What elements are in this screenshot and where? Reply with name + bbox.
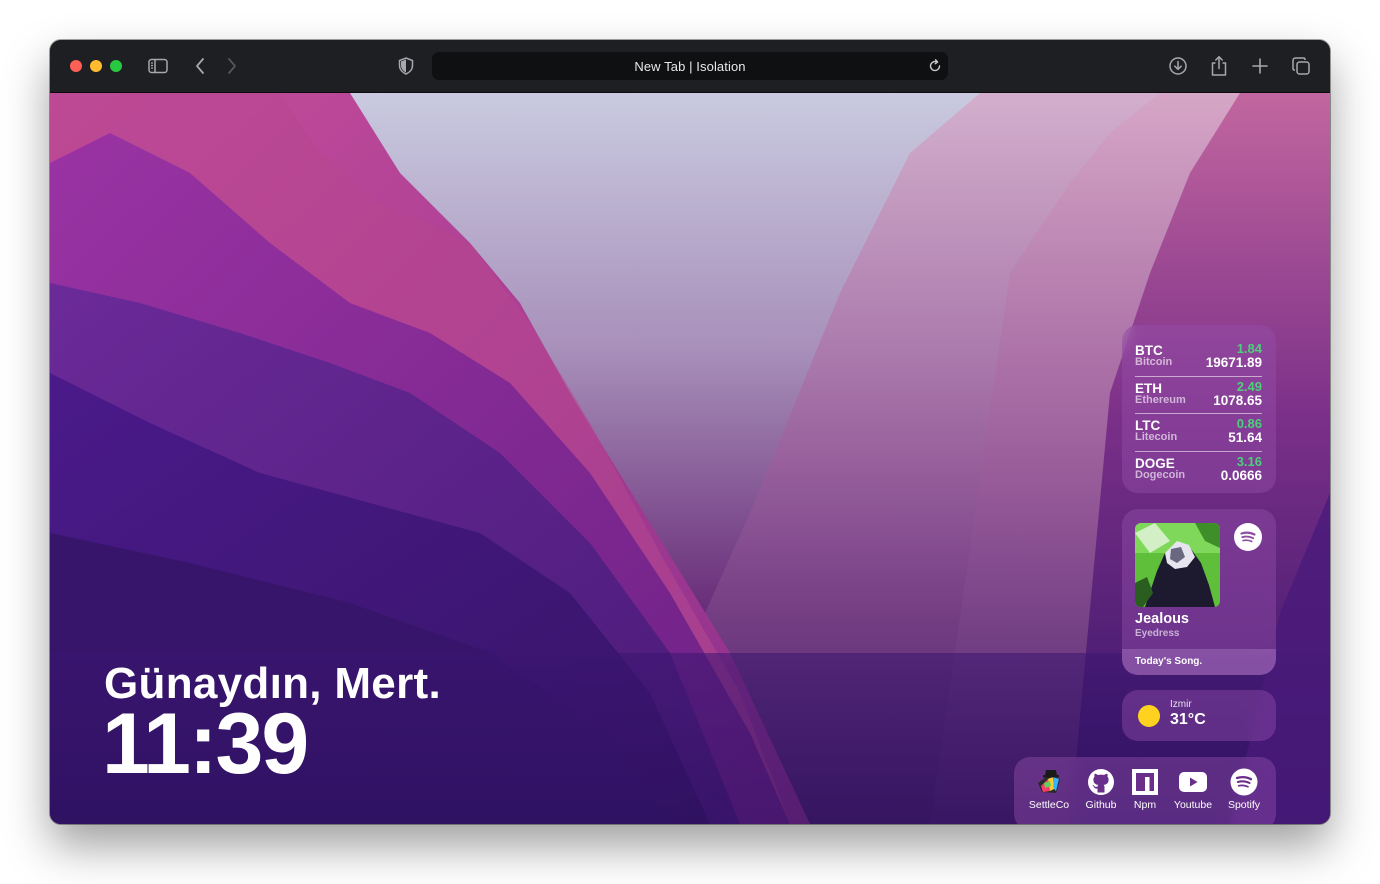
- spotify-icon: [1229, 767, 1259, 797]
- crypto-widget: BTC Bitcoin 1.84 19671.89 ETH Ethereum 2…: [1122, 325, 1276, 493]
- song-title: Jealous: [1135, 611, 1189, 627]
- crypto-price: 51.64: [1228, 430, 1262, 445]
- weather-city: Izmir: [1170, 699, 1192, 710]
- crypto-row-ltc[interactable]: LTC Litecoin 0.86 51.64: [1135, 414, 1262, 452]
- page-title: New Tab | Isolation: [634, 58, 746, 74]
- youtube-icon: [1178, 767, 1208, 797]
- download-icon[interactable]: [1166, 54, 1190, 78]
- forward-icon[interactable]: [220, 54, 244, 78]
- shortcut-label: Spotify: [1227, 799, 1261, 811]
- github-icon: [1086, 767, 1116, 797]
- clock-time: 11:39: [102, 696, 309, 792]
- song-artist: Eyedress: [1135, 628, 1180, 639]
- reload-icon[interactable]: [927, 58, 943, 74]
- plus-icon[interactable]: [1248, 54, 1272, 78]
- zoom-window-button[interactable]: [110, 60, 122, 72]
- crypto-change: 3.16: [1236, 453, 1262, 469]
- song-widget[interactable]: Jealous Eyedress Today's Song.: [1122, 509, 1276, 675]
- new-tab-page: Günaydın, Mert. 11:39 BTC Bitcoin 1.84 1…: [50, 93, 1330, 824]
- shield-icon[interactable]: [394, 54, 418, 78]
- crypto-row-eth[interactable]: ETH Ethereum 2.49 1078.65: [1135, 377, 1262, 414]
- crypto-change: 0.86: [1236, 416, 1262, 431]
- shortcut-label: SettleCo: [1028, 799, 1070, 811]
- crypto-row-doge[interactable]: DOGE Dogecoin 3.16 0.0666: [1135, 452, 1262, 490]
- shortcuts-widget: SettleCo Github Npm Youtube Spotify: [1014, 757, 1276, 824]
- weather-temperature: 31°C: [1170, 711, 1206, 728]
- crypto-change: 2.49: [1236, 378, 1262, 394]
- npm-icon: [1130, 767, 1160, 797]
- crypto-name: Litecoin: [1135, 431, 1178, 443]
- sun-icon: [1138, 705, 1160, 727]
- crypto-price: 0.0666: [1220, 467, 1262, 483]
- crypto-price: 1078.65: [1213, 392, 1262, 408]
- browser-window: New Tab | Isolation Günaydın, Mert. 11:3…: [50, 40, 1330, 824]
- crypto-change: 1.84: [1236, 341, 1262, 356]
- crypto-row-btc[interactable]: BTC Bitcoin 1.84 19671.89: [1135, 339, 1262, 377]
- crypto-name: Bitcoin: [1135, 356, 1173, 368]
- browser-toolbar: New Tab | Isolation: [50, 40, 1330, 93]
- back-icon[interactable]: [188, 54, 212, 78]
- shortcut-settleco[interactable]: SettleCo: [1021, 767, 1077, 811]
- spotify-icon[interactable]: [1234, 523, 1262, 551]
- shortcut-label: Youtube: [1173, 799, 1213, 811]
- crypto-price: 19671.89: [1205, 355, 1262, 370]
- shortcut-youtube[interactable]: Youtube: [1165, 767, 1221, 811]
- shortcut-spotify[interactable]: Spotify: [1216, 767, 1272, 811]
- minimize-window-button[interactable]: [90, 60, 102, 72]
- sidebar-icon[interactable]: [146, 54, 170, 78]
- close-window-button[interactable]: [70, 60, 82, 72]
- share-icon[interactable]: [1207, 54, 1231, 78]
- tab-overview-icon[interactable]: [1289, 54, 1313, 78]
- album-cover[interactable]: [1135, 523, 1220, 607]
- song-footer: Today's Song.: [1122, 649, 1276, 675]
- address-bar[interactable]: New Tab | Isolation: [432, 52, 948, 80]
- weather-widget: Izmir 31°C: [1122, 690, 1276, 741]
- crypto-name: Ethereum: [1135, 393, 1186, 406]
- crypto-name: Dogecoin: [1135, 468, 1186, 481]
- settleco-icon: [1034, 767, 1064, 797]
